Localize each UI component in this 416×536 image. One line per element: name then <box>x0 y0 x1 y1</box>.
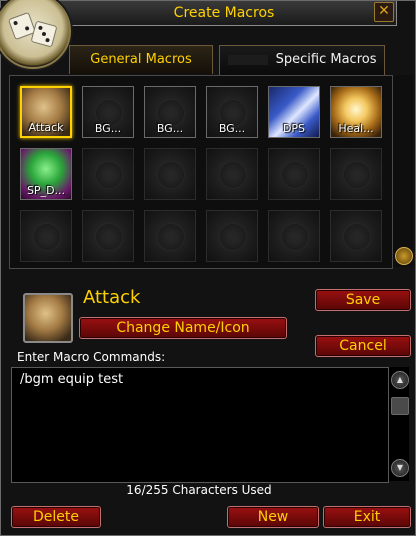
empty-macro-slot[interactable] <box>268 210 320 262</box>
exit-button[interactable]: Exit <box>323 506 411 528</box>
tab-label: Specific Macros <box>275 52 377 67</box>
macro-slot[interactable]: Heal... <box>330 86 382 138</box>
macro-slot[interactable]: BG... <box>82 86 134 138</box>
cancel-button[interactable]: Cancel <box>315 335 411 357</box>
macro-name: Attack <box>83 287 141 308</box>
scroll-thumb[interactable] <box>391 397 409 415</box>
empty-slot-icon <box>157 223 185 251</box>
selected-macro-icon[interactable] <box>23 293 73 343</box>
empty-macro-slot[interactable] <box>144 148 196 200</box>
empty-slot-icon <box>219 223 247 251</box>
macro-slot[interactable]: DPS <box>268 86 320 138</box>
tab-label: General Macros <box>90 52 192 67</box>
empty-macro-slot[interactable] <box>82 210 134 262</box>
macro-commands-text: /bgm equip test <box>20 372 124 387</box>
macro-slot[interactable]: BG... <box>206 86 258 138</box>
macro-commands-editor[interactable]: /bgm equip test <box>11 367 389 483</box>
change-name-icon-button[interactable]: Change Name/Icon <box>79 317 287 339</box>
macro-slot[interactable]: BG... <box>144 86 196 138</box>
redaction <box>227 54 268 65</box>
empty-slot-icon <box>219 161 247 189</box>
macro-slot[interactable]: SP_D... <box>20 148 72 200</box>
empty-slot-icon <box>95 161 123 189</box>
empty-macro-slot[interactable] <box>268 148 320 200</box>
empty-slot-icon <box>95 223 123 251</box>
macro-slot-label: Heal... <box>338 122 374 135</box>
empty-slot-icon <box>343 223 371 251</box>
new-button[interactable]: New <box>227 506 319 528</box>
empty-slot-icon <box>281 161 309 189</box>
empty-macro-slot[interactable] <box>82 148 134 200</box>
scroll-down-icon[interactable]: ▼ <box>391 459 409 477</box>
window-title: Create Macros <box>173 5 275 21</box>
grid-scrollbar[interactable] <box>393 75 413 267</box>
empty-slot-icon <box>33 223 61 251</box>
macro-slot-label: BG... <box>94 122 122 135</box>
tab-specific-macros[interactable]: Specific Macros <box>219 45 385 76</box>
dice-icon <box>0 0 71 69</box>
empty-macro-slot[interactable] <box>330 210 382 262</box>
character-count: 16/255 Characters Used <box>126 483 272 497</box>
empty-slot-icon <box>343 161 371 189</box>
empty-slot-icon <box>281 223 309 251</box>
empty-macro-slot[interactable] <box>330 148 382 200</box>
macro-window: Create Macros ✕ General Macros Specific … <box>0 0 416 536</box>
save-button[interactable]: Save <box>315 289 411 311</box>
macro-slot-label: SP_D... <box>26 184 66 197</box>
macro-slot[interactable]: Attack <box>20 86 72 138</box>
empty-macro-slot[interactable] <box>144 210 196 262</box>
macro-slot-label: DPS <box>282 122 306 135</box>
empty-macro-slot[interactable] <box>20 210 72 262</box>
macro-slot-label: Attack <box>28 121 64 134</box>
macro-slot-label: BG... <box>156 122 184 135</box>
scroll-up-icon[interactable]: ▲ <box>391 371 409 389</box>
macro-slot-label: BG... <box>218 122 246 135</box>
macro-icon-grid: Attack BG... BG... BG... DPS Heal... SP_… <box>9 75 393 269</box>
editor-scrollbar[interactable]: ▲ ▼ <box>389 367 409 481</box>
scroll-down-icon[interactable] <box>395 247 413 265</box>
empty-slot-icon <box>157 161 185 189</box>
delete-button[interactable]: Delete <box>11 506 101 528</box>
title-bar[interactable]: Create Macros ✕ <box>51 1 397 26</box>
tab-general-macros[interactable]: General Macros <box>69 45 213 74</box>
close-icon[interactable]: ✕ <box>374 2 394 22</box>
empty-macro-slot[interactable] <box>206 148 258 200</box>
empty-macro-slot[interactable] <box>206 210 258 262</box>
editor-label: Enter Macro Commands: <box>17 350 166 364</box>
